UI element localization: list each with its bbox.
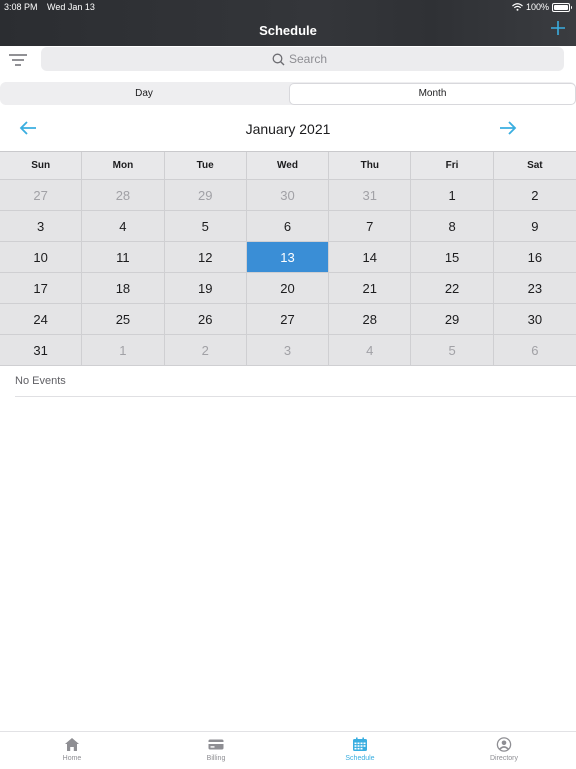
month-title: January 2021 <box>245 121 331 137</box>
arrow-right-icon[interactable] <box>498 120 518 136</box>
calendar-day[interactable]: 20 <box>246 273 330 304</box>
calendar-day[interactable]: 5 <box>164 211 247 242</box>
calendar-day[interactable]: 28 <box>329 304 412 335</box>
calendar-day-outside-month[interactable]: 31 <box>329 180 412 211</box>
calendar-day[interactable]: 16 <box>493 242 576 273</box>
calendar-day-selected[interactable]: 13 <box>246 242 330 273</box>
weekday-header: Wed <box>246 152 330 180</box>
view-toggle: Day Month <box>0 82 576 105</box>
battery-percent: 100% <box>525 2 549 12</box>
day-tab[interactable]: Day <box>0 82 288 105</box>
calendar-day[interactable]: 23 <box>493 273 576 304</box>
weekday-header: Sun <box>0 152 83 180</box>
navigation-header: 3:08 PM Wed Jan 13 100% Schedule <box>0 0 576 46</box>
search-input[interactable] <box>289 52 333 66</box>
tab-directory-label: Directory <box>489 755 518 762</box>
calendar-day-outside-month[interactable]: 6 <box>493 335 576 366</box>
weekday-header: Thu <box>329 152 412 180</box>
calendar-day-outside-month[interactable]: 29 <box>164 180 247 211</box>
calendar-day[interactable]: 31 <box>0 335 83 366</box>
calendar-day-outside-month[interactable]: 5 <box>411 335 494 366</box>
tab-schedule[interactable]: Schedule <box>320 737 400 762</box>
calendar-day[interactable]: 3 <box>0 211 83 242</box>
calendar-day[interactable]: 6 <box>246 211 330 242</box>
weekday-header: Tue <box>164 152 247 180</box>
calendar-day-outside-month[interactable]: 1 <box>82 335 165 366</box>
home-icon <box>65 738 79 751</box>
page-title: Schedule <box>259 23 317 38</box>
weekday-header: Sat <box>493 152 576 180</box>
calendar-day[interactable]: 15 <box>411 242 494 273</box>
calendar-day[interactable]: 11 <box>82 242 165 273</box>
calendar-day[interactable]: 7 <box>329 211 412 242</box>
tab-billing-label: Billing <box>206 755 226 762</box>
calendar-icon <box>353 737 367 751</box>
calendar-day[interactable]: 9 <box>493 211 576 242</box>
user-circle-icon <box>496 737 512 752</box>
tab-bar: Home Billing Schedule Directory <box>0 731 576 769</box>
status-indicators: 100% <box>512 2 572 12</box>
weekday-header: Mon <box>82 152 165 180</box>
wifi-icon <box>512 3 523 11</box>
search-bar[interactable] <box>41 47 564 71</box>
calendar-day-outside-month[interactable]: 2 <box>164 335 247 366</box>
calendar-day[interactable]: 27 <box>246 304 330 335</box>
tab-home[interactable]: Home <box>32 737 112 762</box>
weekday-header: Fri <box>411 152 494 180</box>
calendar-day[interactable]: 26 <box>164 304 247 335</box>
credit-card-icon <box>208 739 224 750</box>
calendar-day[interactable]: 14 <box>329 242 412 273</box>
month-calendar: Sun Mon Tue Wed Thu Fri Sat 27 28 29 30 … <box>0 151 576 366</box>
calendar-day[interactable]: 2 <box>493 180 576 211</box>
search-icon <box>272 53 285 65</box>
calendar-day[interactable]: 8 <box>411 211 494 242</box>
no-events-text: No Events <box>15 375 66 387</box>
calendar-day[interactable]: 24 <box>0 304 83 335</box>
calendar-day[interactable]: 17 <box>0 273 83 304</box>
tab-schedule-label: Schedule <box>345 755 375 762</box>
calendar-day-outside-month[interactable]: 27 <box>0 180 83 211</box>
calendar-day[interactable]: 25 <box>82 304 165 335</box>
calendar-day[interactable]: 4 <box>82 211 165 242</box>
calendar-day[interactable]: 30 <box>493 304 576 335</box>
calendar-day[interactable]: 19 <box>164 273 247 304</box>
calendar-day[interactable]: 21 <box>329 273 412 304</box>
add-icon[interactable] <box>550 20 566 36</box>
calendar-day[interactable]: 22 <box>411 273 494 304</box>
tab-billing[interactable]: Billing <box>176 737 256 762</box>
calendar-day-outside-month[interactable]: 30 <box>246 180 330 211</box>
calendar-day[interactable]: 12 <box>164 242 247 273</box>
filter-icon[interactable] <box>9 52 27 68</box>
calendar-day-outside-month[interactable]: 28 <box>82 180 165 211</box>
calendar-day[interactable]: 10 <box>0 242 83 273</box>
calendar-day-outside-month[interactable]: 3 <box>246 335 330 366</box>
month-tab[interactable]: Month <box>289 83 576 105</box>
status-date: Wed Jan 13 <box>47 2 95 12</box>
divider <box>15 396 576 397</box>
battery-icon <box>552 2 572 12</box>
calendar-day[interactable]: 1 <box>411 180 494 211</box>
tab-directory[interactable]: Directory <box>464 737 544 762</box>
calendar-day[interactable]: 29 <box>411 304 494 335</box>
calendar-day-outside-month[interactable]: 4 <box>329 335 412 366</box>
calendar-day[interactable]: 18 <box>82 273 165 304</box>
status-time: 3:08 PM <box>4 2 38 12</box>
tab-home-label: Home <box>62 755 82 762</box>
